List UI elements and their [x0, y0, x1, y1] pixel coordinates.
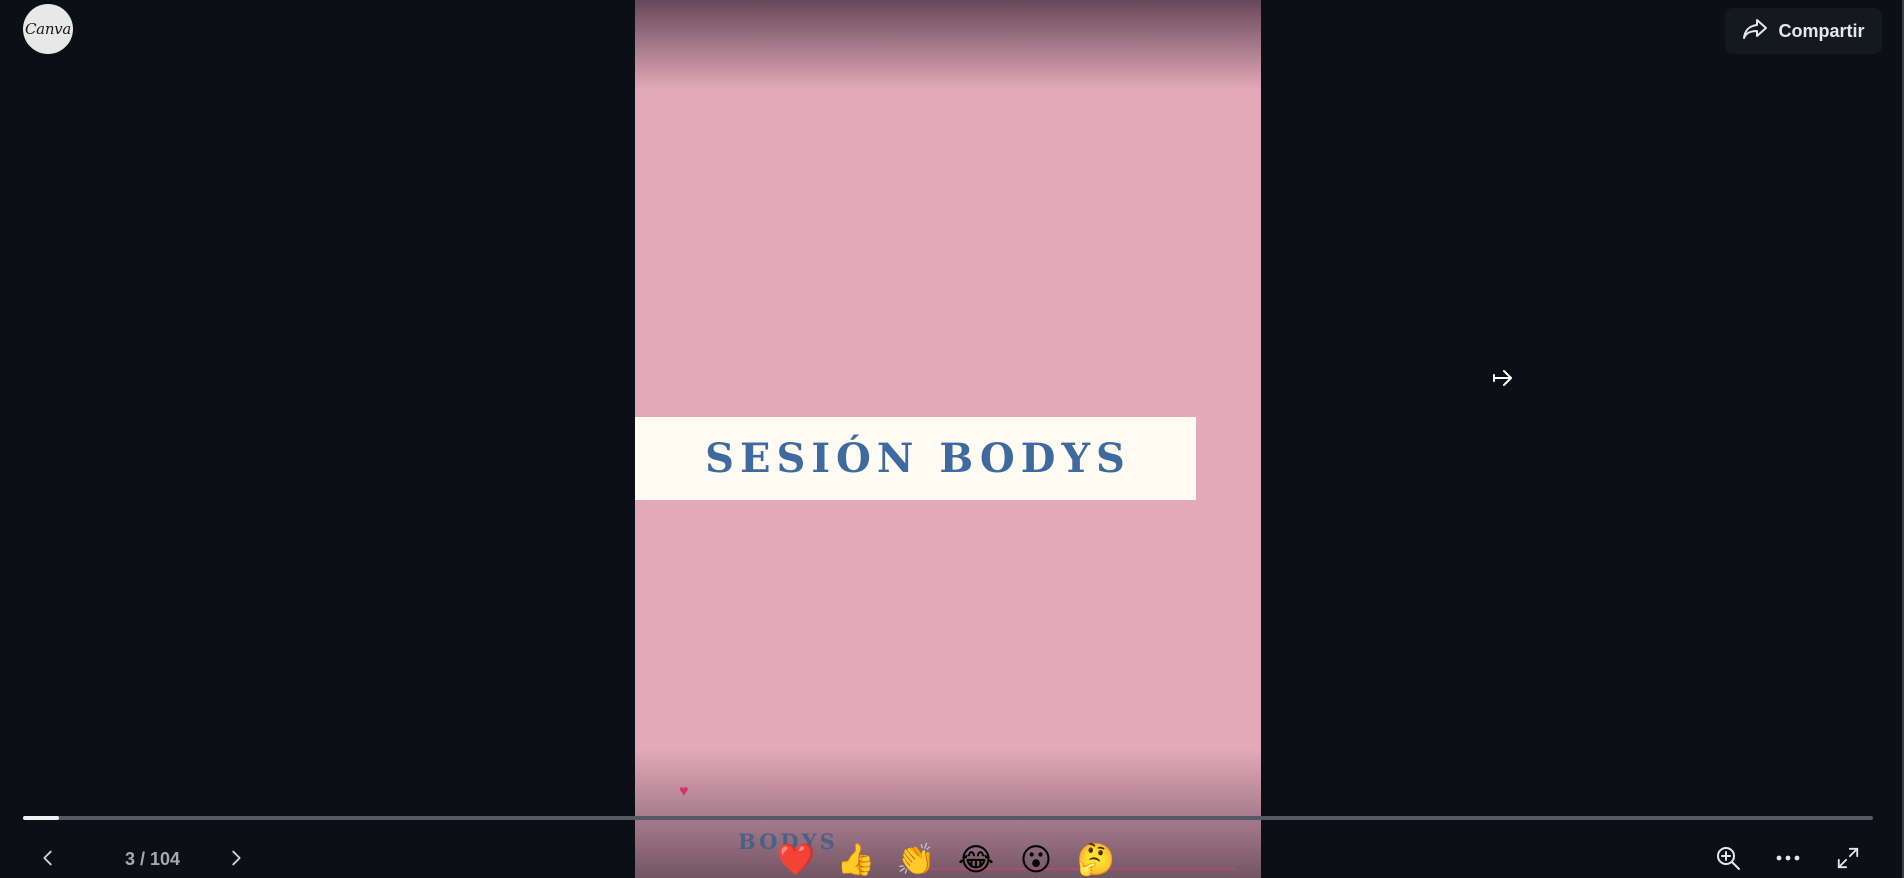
share-label: Compartir: [1778, 20, 1865, 41]
fullscreen-icon: [1836, 846, 1860, 875]
next-page-button[interactable]: [224, 848, 248, 872]
reaction-clapping-hands[interactable]: 👏: [896, 840, 936, 878]
more-icon: [1775, 845, 1801, 876]
slide-title-band: SESIÓN BODYS: [635, 417, 1196, 500]
previous-page-button[interactable]: [36, 848, 60, 872]
share-button[interactable]: Compartir: [1725, 8, 1882, 54]
progress-bar-fill: [23, 816, 60, 820]
reaction-tears-of-joy[interactable]: 😂: [956, 840, 996, 878]
more-options-button[interactable]: [1773, 845, 1803, 875]
slide-top-overlay: [635, 0, 1261, 90]
reaction-thumbs-up[interactable]: 👍: [836, 840, 876, 878]
presentation-viewer: Canva Compartir SESIÓN BODYS ♥ BODYS 3 /…: [0, 0, 1904, 878]
reaction-heart[interactable]: ❤️: [776, 840, 816, 878]
floating-heart-icon: ♥: [679, 783, 689, 800]
canva-logo[interactable]: Canva: [23, 4, 73, 54]
zoom-in-icon: [1715, 845, 1741, 876]
page-counter: 3 / 104: [124, 849, 181, 869]
progress-bar[interactable]: [23, 816, 1873, 820]
slide-title: SESIÓN BODYS: [705, 435, 1131, 482]
share-arrow-icon: [1742, 18, 1768, 45]
chevron-right-icon: [225, 847, 247, 874]
slide-canvas[interactable]: SESIÓN BODYS ♥ BODYS: [635, 0, 1261, 878]
chevron-left-icon: [37, 847, 59, 874]
fullscreen-button[interactable]: [1833, 845, 1863, 875]
reactions-bar: ❤️ 👍 👏 😂 😮 🤔: [776, 840, 1116, 878]
cursor-arrow-icon: [1491, 366, 1515, 390]
reaction-thinking[interactable]: 🤔: [1076, 840, 1116, 878]
reaction-surprised[interactable]: 😮: [1016, 840, 1056, 878]
zoom-button[interactable]: [1713, 845, 1743, 875]
